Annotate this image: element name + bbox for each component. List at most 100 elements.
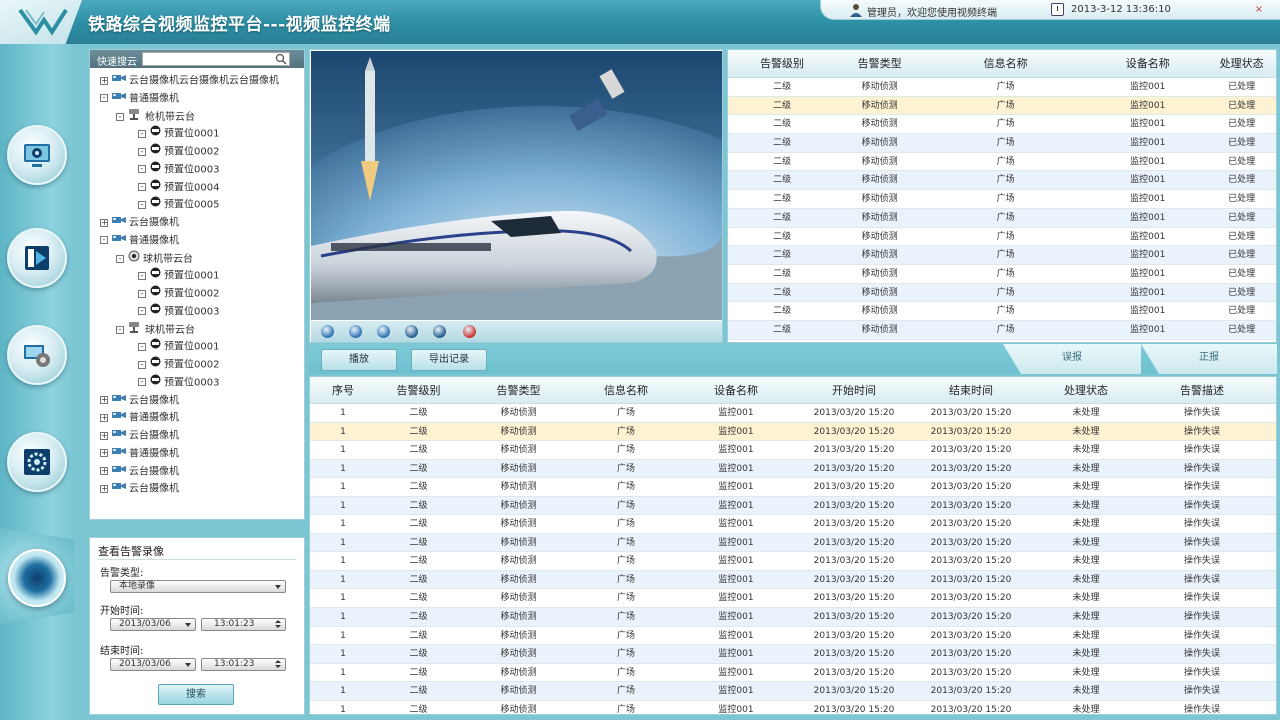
export-records-button[interactable]: 导出记录 bbox=[411, 349, 487, 371]
column-header[interactable]: 告警类型 bbox=[836, 50, 923, 77]
rewind-icon[interactable] bbox=[321, 325, 334, 338]
tree-node[interactable]: + 云台摄像机 bbox=[100, 480, 179, 497]
forward-icon[interactable] bbox=[377, 325, 390, 338]
spin-up-icon[interactable] bbox=[275, 620, 281, 623]
collapse-icon[interactable]: - bbox=[100, 236, 108, 245]
table-row[interactable]: 二级 移动侦测 广场 监控001 已处理 bbox=[728, 134, 1276, 153]
expand-icon[interactable]: + bbox=[100, 431, 108, 440]
tree-node[interactable]: - 预置位0002 bbox=[138, 285, 219, 302]
table-row[interactable]: 1 二级 移动侦测 广场 监控001 2013/03/20 15:20 2013/03/20… bbox=[310, 701, 1276, 714]
table-row[interactable]: 二级 移动侦测 广场 监控001 已处理 bbox=[728, 78, 1276, 97]
tree-node[interactable]: - 普通摄像机 bbox=[100, 90, 179, 107]
table-row[interactable]: 1 二级 移动侦测 广场 监控001 2013/03/20 15:20 2013/03/20… bbox=[310, 552, 1276, 571]
start-date-picker[interactable]: 2013/03/06 bbox=[110, 618, 196, 631]
collapse-icon[interactable]: - bbox=[138, 147, 146, 156]
expand-icon[interactable]: + bbox=[100, 218, 108, 227]
alarm-eye-icon[interactable] bbox=[8, 549, 66, 607]
video-view[interactable] bbox=[311, 51, 722, 320]
column-header[interactable]: 信息名称 bbox=[576, 377, 676, 403]
column-header[interactable]: 信息名称 bbox=[923, 50, 1088, 77]
column-header[interactable]: 告警级别 bbox=[728, 50, 836, 77]
table-row[interactable]: 二级 移动侦测 广场 监控001 已处理 bbox=[728, 283, 1276, 303]
tree-node[interactable]: - 预置位0001 bbox=[138, 267, 219, 284]
column-header[interactable]: 序号 bbox=[310, 377, 376, 403]
tree-node[interactable]: + 云台摄像机 bbox=[100, 392, 179, 409]
table-row[interactable]: 二级 移动侦测 广场 监控001 已处理 bbox=[728, 320, 1276, 340]
rail-settings-button[interactable] bbox=[7, 432, 67, 492]
close-icon[interactable]: × bbox=[1248, 3, 1270, 17]
table-row[interactable]: 1 二级 移动侦测 广场 监控001 2013/03/20 15:20 2013/03/20… bbox=[310, 570, 1276, 590]
rail-config-button[interactable] bbox=[7, 325, 67, 385]
table-row[interactable]: 二级 移动侦测 广场 监控001 已处理 bbox=[728, 153, 1276, 172]
collapse-icon[interactable]: - bbox=[138, 200, 146, 209]
table-row[interactable]: 1 二级 移动侦测 广场 监控001 2013/03/20 15:20 2013/03/20… bbox=[310, 627, 1276, 646]
expand-icon[interactable]: + bbox=[100, 396, 108, 404]
spin-down-icon[interactable] bbox=[275, 625, 281, 628]
collapse-icon[interactable]: - bbox=[116, 254, 124, 263]
tree-node[interactable]: + 云台摄像机 bbox=[100, 427, 179, 444]
end-time-spinner[interactable]: 13:01:23 bbox=[201, 658, 286, 671]
table-row[interactable]: 1 二级 移动侦测 广场 监控001 2013/03/20 15:20 2013/03/20… bbox=[310, 664, 1276, 683]
end-date-picker[interactable]: 2013/03/06 bbox=[110, 658, 196, 671]
rail-monitor-button[interactable] bbox=[7, 125, 67, 185]
tab-false-alarm[interactable]: 误报 bbox=[1003, 344, 1141, 374]
pause-icon[interactable] bbox=[349, 325, 362, 338]
tab-true-alarm[interactable]: 正报 bbox=[1141, 344, 1277, 374]
stop-icon[interactable] bbox=[463, 325, 476, 338]
tree-node[interactable]: - 预置位0005 bbox=[138, 196, 219, 213]
quick-search-input[interactable] bbox=[142, 52, 290, 66]
column-header[interactable]: 设备名称 bbox=[1088, 50, 1207, 77]
column-header[interactable]: 结束时间 bbox=[912, 377, 1030, 403]
tree-node[interactable]: - 预置位0003 bbox=[138, 303, 219, 320]
column-header[interactable]: 处理状态 bbox=[1030, 377, 1142, 403]
expand-icon[interactable]: + bbox=[100, 467, 108, 475]
search-button[interactable]: 搜索 bbox=[158, 684, 234, 705]
expand-icon[interactable]: + bbox=[100, 76, 108, 85]
collapse-icon[interactable]: - bbox=[138, 271, 146, 280]
tree-node[interactable]: + 云台摄像机 bbox=[100, 214, 179, 231]
tree-node[interactable]: - 预置位0004 bbox=[138, 179, 219, 196]
table-row[interactable]: 二级 移动侦测 广场 监控001 已处理 bbox=[728, 265, 1276, 284]
column-header[interactable]: 设备名称 bbox=[676, 377, 796, 403]
collapse-icon[interactable]: - bbox=[138, 307, 146, 316]
tree-node[interactable]: - 预置位0003 bbox=[138, 374, 219, 391]
play-button[interactable]: 播放 bbox=[321, 349, 397, 371]
tree-node[interactable]: - 预置位0001 bbox=[138, 338, 219, 355]
tree-node[interactable]: - 预置位0002 bbox=[138, 356, 219, 373]
tree-node[interactable]: + 云台摄像机云台摄像机云台摄像机 bbox=[100, 72, 279, 89]
collapse-icon[interactable]: - bbox=[138, 342, 146, 351]
tree-node[interactable]: - 预置位0002 bbox=[138, 143, 219, 160]
tree-node[interactable]: - 枪机带云台 bbox=[116, 108, 195, 125]
collapse-icon[interactable]: - bbox=[116, 112, 124, 121]
table-row[interactable]: 1 二级 移动侦测 广场 监控001 2013/03/20 15:20 2013/03/20… bbox=[310, 682, 1276, 701]
table-row[interactable]: 二级 移动侦测 广场 监控001 已处理 bbox=[728, 208, 1276, 228]
table-row[interactable]: 1 二级 移动侦测 广场 监控001 2013/03/20 15:20 2013/03/20… bbox=[310, 404, 1276, 423]
table-row[interactable]: 1 二级 移动侦测 广场 监控001 2013/03/20 15:20 2013/03/20… bbox=[310, 496, 1276, 516]
spin-down-icon[interactable] bbox=[275, 665, 281, 668]
search-icon[interactable] bbox=[275, 53, 287, 65]
collapse-icon[interactable]: - bbox=[138, 165, 146, 174]
collapse-icon[interactable]: - bbox=[116, 325, 124, 334]
tree-node[interactable]: + 云台摄像机 bbox=[100, 463, 179, 480]
tree-node[interactable]: + 普通摄像机 bbox=[100, 445, 179, 462]
collapse-icon[interactable]: - bbox=[138, 289, 146, 298]
start-time-spinner[interactable]: 13:01:23 bbox=[201, 618, 286, 631]
table-row[interactable]: 1 二级 移动侦测 广场 监控001 2013/03/20 15:20 2013/03/20… bbox=[310, 441, 1276, 460]
table-row[interactable]: 1 二级 移动侦测 广场 监控001 2013/03/20 15:20 2013/03/20… bbox=[310, 645, 1276, 664]
column-header[interactable]: 告警描述 bbox=[1142, 377, 1262, 403]
tree-node[interactable]: - 普通摄像机 bbox=[100, 232, 179, 249]
tree-node[interactable]: - 球机带云台 bbox=[116, 321, 195, 338]
table-row[interactable]: 二级 移动侦测 广场 监控001 已处理 bbox=[728, 302, 1276, 321]
column-header[interactable]: 处理状态 bbox=[1207, 50, 1276, 77]
collapse-icon[interactable]: - bbox=[100, 94, 108, 103]
expand-icon[interactable]: + bbox=[100, 413, 108, 422]
spin-up-icon[interactable] bbox=[275, 660, 281, 663]
audio-icon[interactable] bbox=[433, 325, 446, 338]
table-row[interactable]: 二级 移动侦测 广场 监控001 已处理 bbox=[728, 171, 1276, 191]
table-row[interactable]: 1 二级 移动侦测 广场 监控001 2013/03/20 15:20 2013/03/20… bbox=[310, 589, 1276, 609]
table-row[interactable]: 二级 移动侦测 广场 监控001 已处理 bbox=[728, 115, 1276, 135]
collapse-icon[interactable]: - bbox=[138, 378, 146, 387]
collapse-icon[interactable]: - bbox=[138, 129, 146, 138]
alarm-type-select[interactable]: 本地录像 bbox=[110, 580, 286, 593]
snapshot-icon[interactable] bbox=[405, 325, 418, 338]
